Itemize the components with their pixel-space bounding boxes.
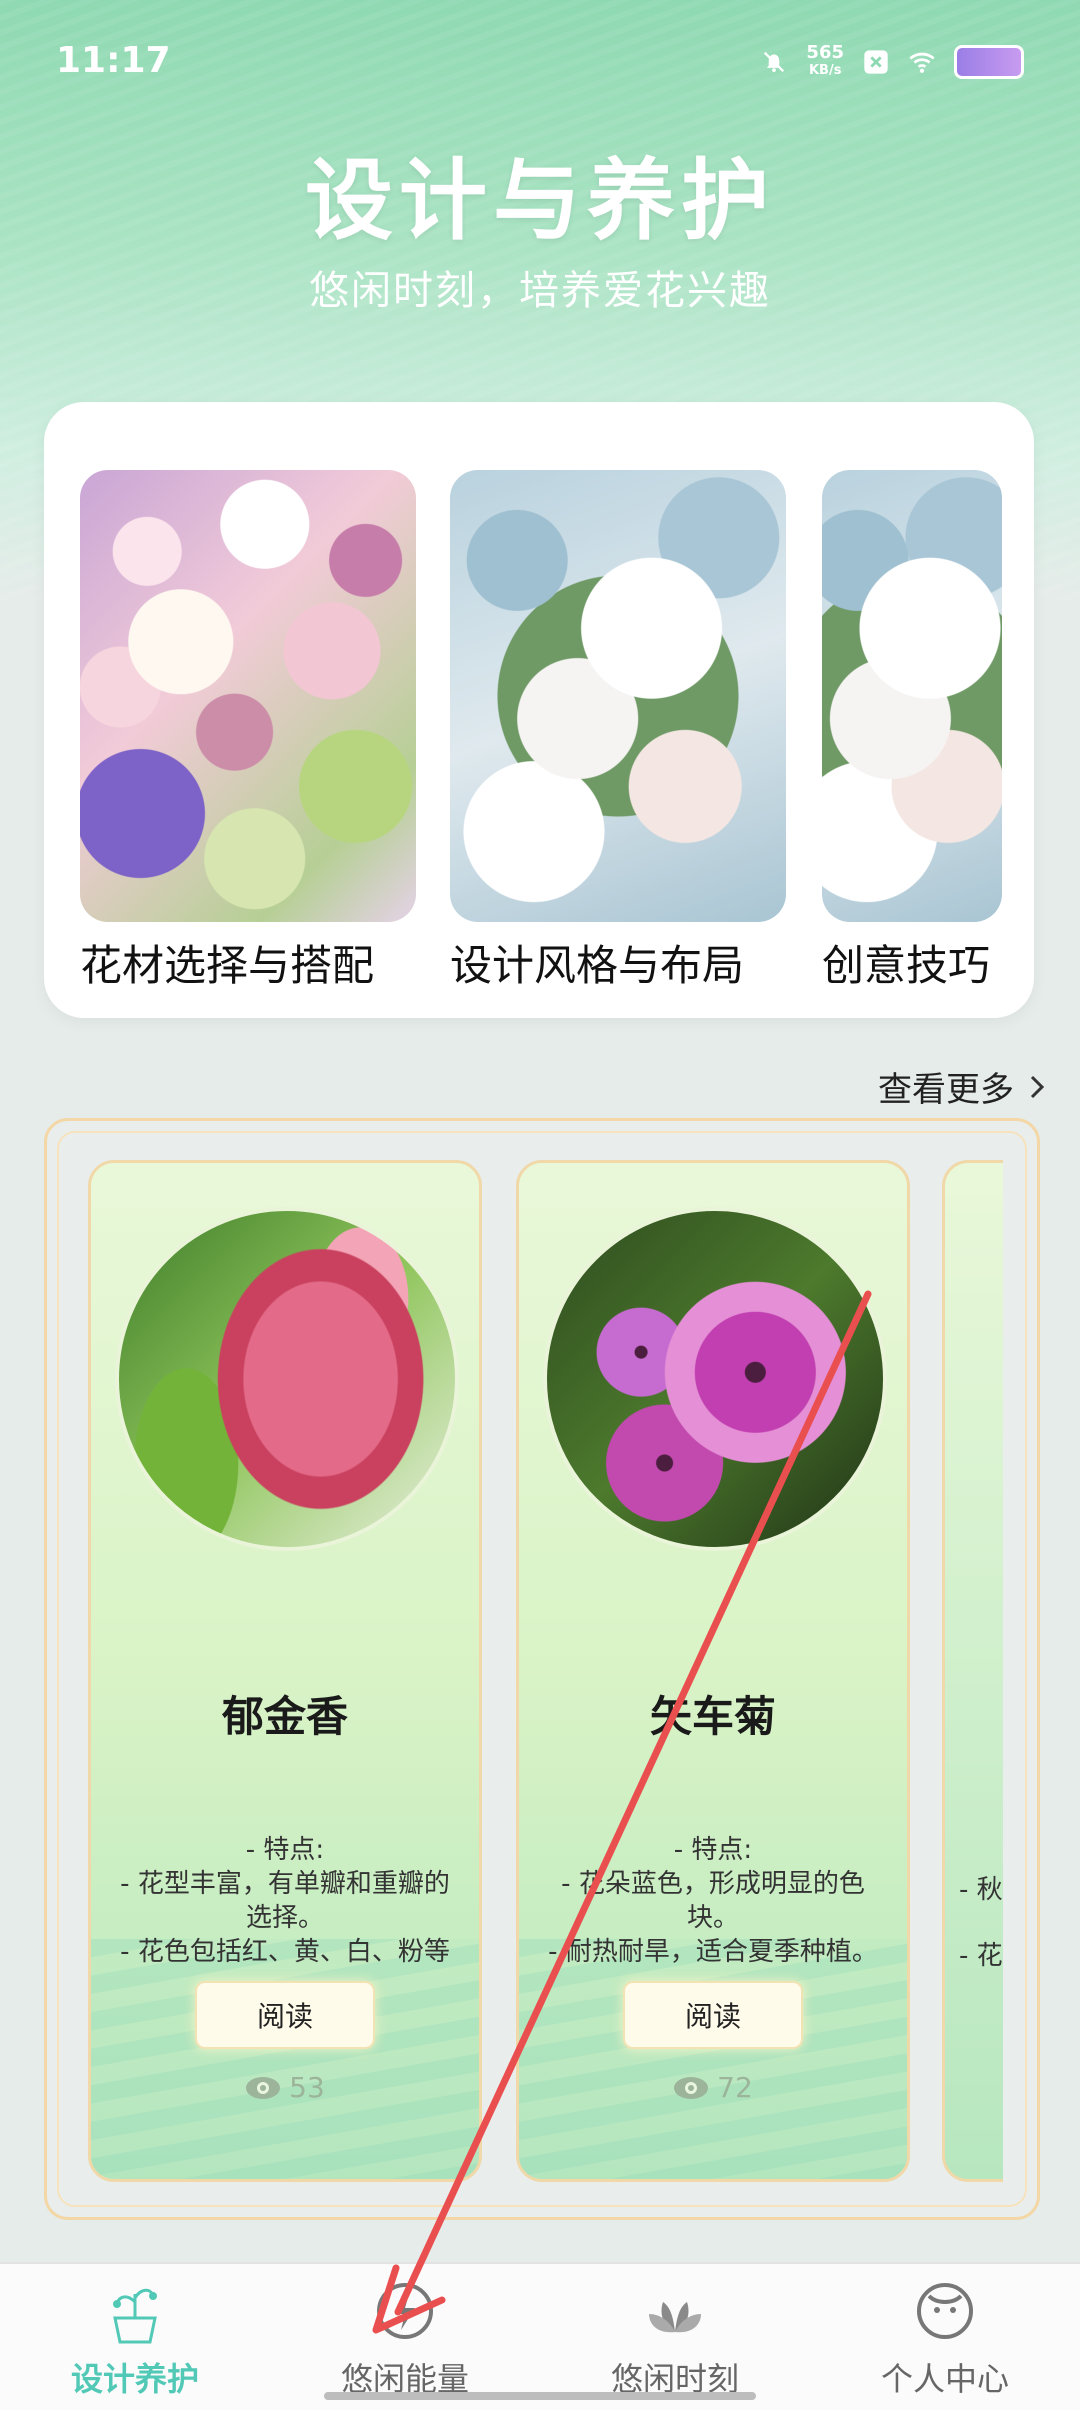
category-item[interactable]: 设计风格与布局 [450,470,786,993]
status-time: 11:17 [56,40,171,81]
mute-bell-icon [764,51,785,73]
flower-card-partial[interactable]: - 秋 - 花 [942,1160,1003,2182]
net-speed-unit: KB/s [808,63,842,78]
battery-icon [954,45,1024,79]
category-label[interactable]: 设计风格与布局 [450,932,786,993]
read-button[interactable]: 阅读 [195,1981,375,2049]
category-item[interactable]: 花材选择与搭配 [80,470,416,993]
view-count-value: 72 [717,2071,753,2104]
face-icon[interactable] [905,2274,985,2348]
category-label[interactable]: 花材选择与搭配 [80,932,416,993]
feature-line: - 花型丰富，有单瓣和重瓣的 [120,1869,450,1899]
page-title: 设计与养护 [304,149,775,252]
flower-card[interactable]: 郁金香 - 特点: - 花型丰富，有单瓣和重瓣的 选择。 - 花色包括红、黄、白… [88,1160,482,2182]
nav-item-design-care[interactable]: 设计养护 [0,2274,270,2400]
read-button[interactable]: 阅读 [623,1981,803,2049]
plant-pot-icon[interactable] [95,2274,175,2348]
features-title: - 特点: [673,1835,753,1865]
lotus-icon[interactable] [635,2274,715,2348]
chevron-right-icon[interactable] [1028,1073,1046,1101]
category-item[interactable]: 创意技巧 [822,470,1002,993]
nav-item-profile[interactable]: 个人中心 [810,2274,1080,2400]
eye-icon [246,2076,281,2099]
category-label[interactable]: 创意技巧 [822,932,1002,993]
nav-item-leisure-energy[interactable]: 悠闲能量 [270,2274,540,2400]
status-bar: 11:17 565 KB/s [0,0,1080,120]
net-speed: 565 KB/s [806,44,844,80]
view-count-value: 53 [289,2071,325,2104]
net-speed-value: 565 [806,42,844,63]
feature-line: - 花色包括红、黄、白、粉等 [120,1937,450,1967]
nav-label[interactable]: 设计养护 [0,2354,270,2400]
flower-card[interactable]: 矢车菊 - 特点: - 花朵蓝色，形成明显的色 块。 - 耐热耐旱，适合夏季种植… [516,1160,910,2182]
flower-features: - 特点: - 花朵蓝色，形成明显的色 块。 - 耐热耐旱，适合夏季种植。 [533,1833,893,1969]
page-subtitle: 悠闲时刻，培养爱花兴趣 [309,268,771,314]
nav-item-leisure-moments[interactable]: 悠闲时刻 [540,2274,810,2400]
status-icons: 565 KB/s [760,44,1024,80]
card-decoration [91,1939,479,2179]
feature-line: - 秋 [959,1875,1003,1905]
feature-line: - 花 [959,1941,1003,1971]
close-badge-icon [864,50,888,74]
feature-line: 选择。 [245,1903,324,1933]
category-image[interactable] [450,470,786,922]
card-decoration [519,1939,907,2179]
features-title: - 特点: [245,1835,325,1865]
flower-features: - 特点: - 花型丰富，有单瓣和重瓣的 选择。 - 花色包括红、黄、白、粉等 [105,1833,465,1969]
bottom-nav: 设计养护 悠闲能量 悠闲时刻 个人中心 [0,2262,1080,2410]
flower-photo [543,1207,887,1551]
feature-line: - 耐热耐旱，适合夏季种植。 [548,1937,878,1967]
see-more-label[interactable]: 查看更多 [878,1062,1014,1111]
flower-name: 郁金香 [221,1692,348,1741]
feature-line: - 花朵蓝色，形成明显的色 [561,1869,865,1899]
category-carousel[interactable]: 花材选择与搭配 设计风格与布局 创意技巧 [44,402,1034,1018]
view-count: 53 [91,2071,479,2104]
flower-name: 矢车菊 [649,1692,776,1741]
wifi-icon [909,52,935,73]
nav-label[interactable]: 个人中心 [810,2354,1080,2400]
category-image[interactable] [80,470,416,922]
feature-line: 块。 [686,1903,739,1933]
home-indicator[interactable] [324,2392,756,2400]
category-image[interactable] [822,470,1002,922]
see-more-link[interactable]: 查看更多 [878,1062,1046,1111]
flower-photo [115,1207,459,1551]
eye-icon [674,2076,709,2099]
lightning-icon[interactable] [365,2274,445,2348]
view-count: 72 [519,2071,907,2104]
